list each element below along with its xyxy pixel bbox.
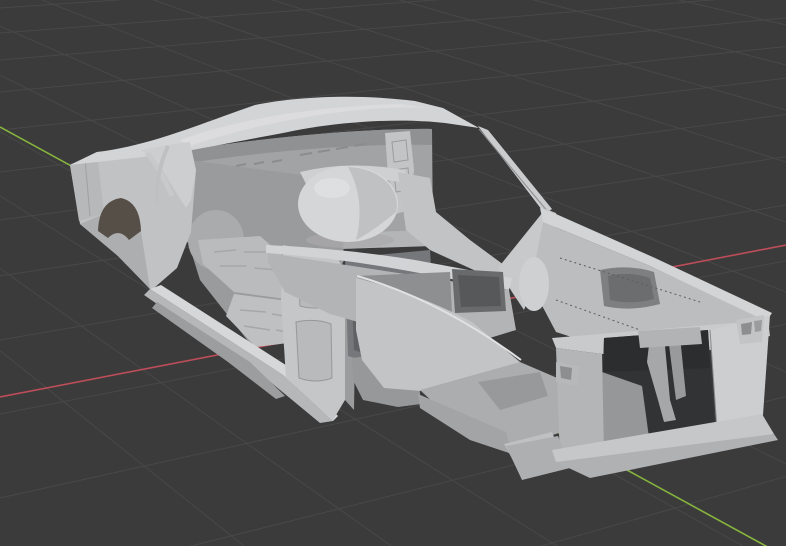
hinge-bracket-right-notch-a [741,322,752,335]
shock-tower-bulge [519,257,549,311]
hinge-bracket-right-notch-b [754,320,762,332]
dash-dome-highlight [314,178,350,198]
apron-recess-inner [608,273,654,303]
3d-viewport[interactable] [0,0,786,546]
bay-inset-recess-inner [458,275,501,307]
jamb-inset-lower [295,319,333,382]
hinge-bracket-left-notch [560,366,572,380]
